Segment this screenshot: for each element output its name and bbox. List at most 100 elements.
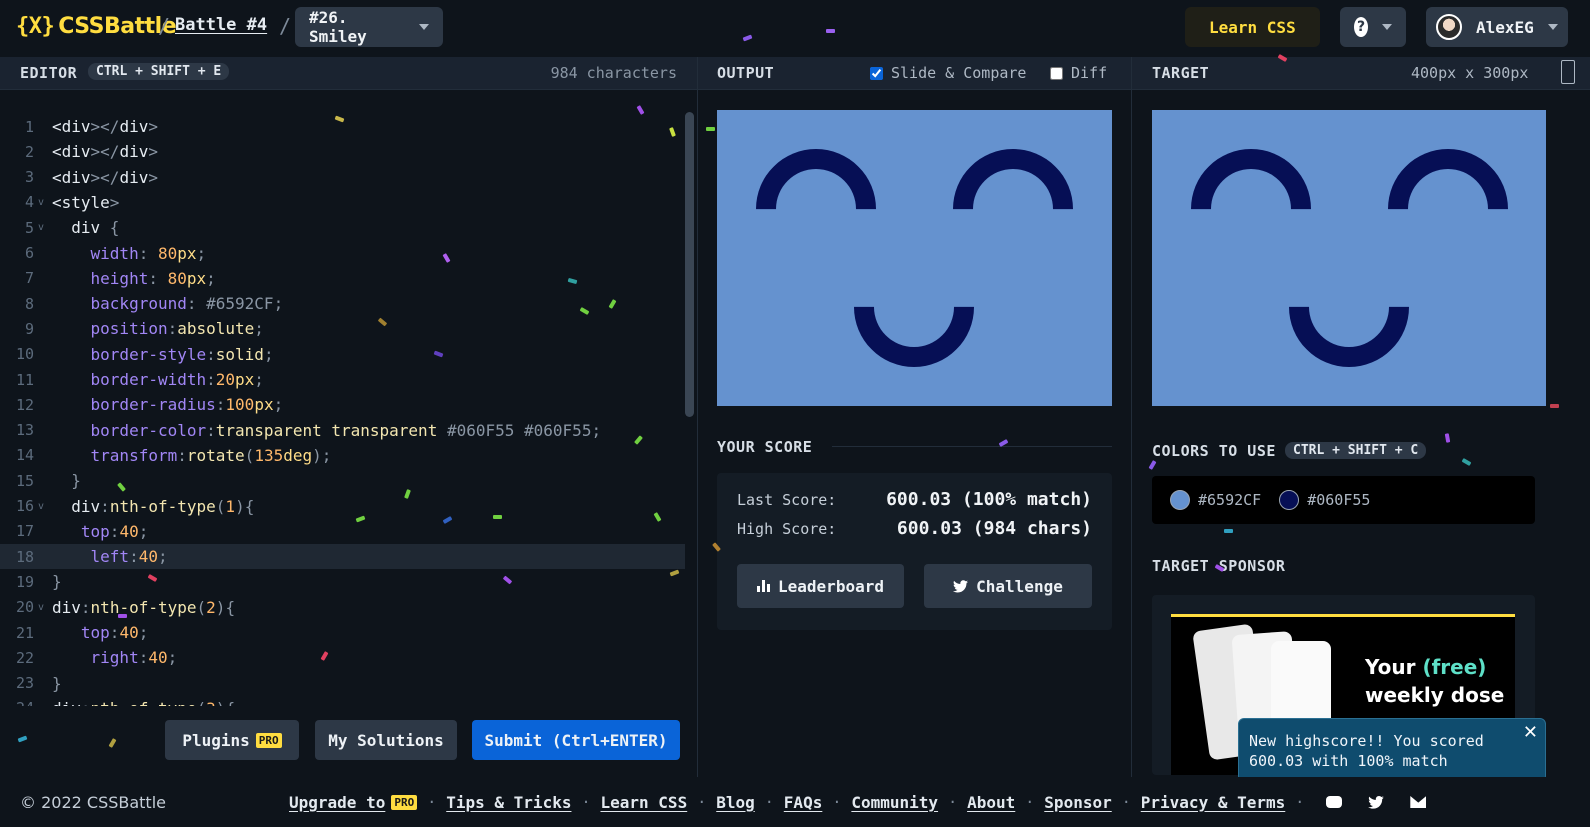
code-token: ;: [138, 521, 149, 541]
output-preview[interactable]: [717, 110, 1112, 406]
code-token: :: [109, 623, 120, 642]
code-token: 40: [148, 648, 168, 668]
slide-compare-toggle[interactable]: Slide & Compare: [870, 64, 1026, 82]
code-token: (: [197, 699, 207, 706]
code-line[interactable]: 7 height: 80px;: [0, 266, 685, 291]
line-number: 18: [15, 547, 34, 566]
footer-separator: ·: [581, 793, 591, 811]
code-line[interactable]: 2 <div></div>: [0, 139, 685, 164]
code-token: 40: [138, 547, 158, 567]
fold-chevron-icon[interactable]: v: [34, 197, 52, 208]
color-chip[interactable]: #060F55: [1279, 490, 1370, 510]
code-line[interactable]: 12 border-radius:100px;: [0, 392, 685, 417]
code-line[interactable]: 14 transform:rotate(135deg);: [0, 443, 685, 468]
code-token: border-width: [52, 370, 207, 389]
code-line[interactable]: 21 top:40;: [0, 620, 685, 645]
code-token: right: [52, 648, 139, 668]
code-line[interactable]: 5v div {: [0, 215, 685, 240]
color-chip[interactable]: #6592CF: [1170, 490, 1261, 510]
code-token: position: [52, 319, 168, 339]
submit-button[interactable]: Submit (Ctrl+ENTER): [472, 720, 680, 760]
editor-scrollbar[interactable]: [685, 112, 694, 417]
twitter-icon[interactable]: [1368, 795, 1385, 809]
code-token: (: [244, 445, 255, 465]
line-number: 12: [15, 395, 34, 414]
code-text: <div></div>: [52, 142, 158, 161]
code-text: top:40;: [52, 623, 148, 642]
footer-separator: ·: [832, 793, 842, 811]
code-line[interactable]: 3 <div></div>: [0, 165, 685, 190]
target-preview: [1152, 110, 1546, 406]
code-token: >: [148, 117, 158, 136]
code-token: div: [52, 597, 81, 617]
code-token: <div: [52, 167, 91, 187]
leaderboard-button[interactable]: Leaderboard: [737, 564, 904, 608]
code-line[interactable]: 24 div:nth-of-type(3){: [0, 696, 685, 706]
code-text: border-style:solid;: [52, 345, 274, 364]
footer-link[interactable]: Blog: [716, 793, 755, 812]
code-line[interactable]: 6 width: 80px;: [0, 241, 685, 266]
code-token: div: [52, 699, 81, 706]
code-token: }: [52, 673, 62, 693]
code-token: div: [119, 117, 149, 136]
code-text: height: 80px;: [52, 269, 216, 288]
fold-chevron-icon[interactable]: v: [34, 602, 52, 613]
line-number: 3: [24, 168, 34, 187]
code-token: :: [167, 319, 178, 339]
code-line[interactable]: 19}: [0, 569, 685, 594]
my-solutions-button[interactable]: My Solutions: [315, 720, 457, 760]
diff-toggle[interactable]: Diff: [1050, 64, 1107, 82]
code-line[interactable]: 4 v <style>: [0, 190, 685, 215]
slide-compare-checkbox[interactable]: [870, 66, 883, 80]
plugins-button[interactable]: Plugins PRO: [165, 720, 299, 760]
footer-link[interactable]: Privacy & Terms: [1141, 793, 1286, 812]
code-token: :: [177, 445, 187, 465]
help-dropdown[interactable]: ?: [1340, 7, 1406, 47]
code-line[interactable]: 22 right:40;: [0, 645, 685, 670]
close-icon[interactable]: ✕: [1523, 723, 1538, 743]
footer-link[interactable]: Tips & Tricks: [446, 793, 571, 812]
code-token: border-radius: [52, 395, 216, 415]
logo[interactable]: {X} CSSBattle: [16, 14, 177, 39]
footer-link[interactable]: FAQs: [784, 793, 823, 812]
code-token: :: [80, 597, 91, 617]
breadcrumb-battle[interactable]: Battle #4: [175, 15, 267, 35]
code-token: div: [119, 167, 149, 187]
target-selector-dropdown[interactable]: #26. Smiley: [295, 7, 443, 47]
pro-badge: PRO: [255, 732, 282, 748]
mail-icon[interactable]: [1410, 796, 1427, 808]
code-line[interactable]: 9 position:absolute;: [0, 316, 685, 341]
challenge-button[interactable]: Challenge: [924, 564, 1092, 608]
footer-link[interactable]: Learn CSS: [601, 793, 688, 812]
code-line[interactable]: 18 left:40;: [0, 544, 685, 570]
line-number: 8: [24, 294, 34, 313]
code-editor[interactable]: 1 <div></div> 2 <div></div> 3 <div></div> 4 v <s…: [0, 90, 697, 706]
code-line[interactable]: 17 top:40;: [0, 519, 685, 544]
code-token: nth-of-type: [109, 496, 216, 516]
code-token: 100: [225, 395, 255, 415]
code-line[interactable]: 10 border-style:solid;: [0, 342, 685, 367]
discord-icon[interactable]: [1326, 796, 1343, 808]
code-line[interactable]: 23}: [0, 671, 685, 696]
code-line[interactable]: 20 v div:nth-of-type(2){: [0, 595, 685, 620]
line-number: 23: [15, 674, 34, 693]
footer-link[interactable]: Sponsor: [1044, 793, 1111, 812]
footer-link[interactable]: About: [967, 793, 1015, 812]
footer-link[interactable]: Community: [851, 793, 938, 812]
code-line[interactable]: 13 border-color:transparent transparent …: [0, 418, 685, 443]
learn-css-button[interactable]: Learn CSS: [1185, 7, 1320, 47]
footer-link[interactable]: Upgrade to: [289, 793, 385, 812]
code-token: 20: [215, 370, 236, 389]
code-token: ;: [138, 623, 149, 642]
code-token: ;: [167, 648, 178, 668]
high-score-value: 600.03 (984 chars): [896, 518, 1092, 539]
breadcrumb-separator: /: [158, 14, 171, 38]
fold-chevron-icon[interactable]: v: [34, 222, 52, 233]
code-line[interactable]: 11 border-width:20px;: [0, 367, 685, 392]
code-line[interactable]: 15 }: [0, 468, 685, 493]
code-token: px: [186, 268, 207, 288]
code-line[interactable]: 16 v div:nth-of-type(1){: [0, 494, 685, 519]
user-menu[interactable]: AlexEG: [1426, 7, 1568, 47]
diff-checkbox[interactable]: [1050, 66, 1063, 80]
fold-chevron-icon[interactable]: v: [34, 501, 52, 512]
